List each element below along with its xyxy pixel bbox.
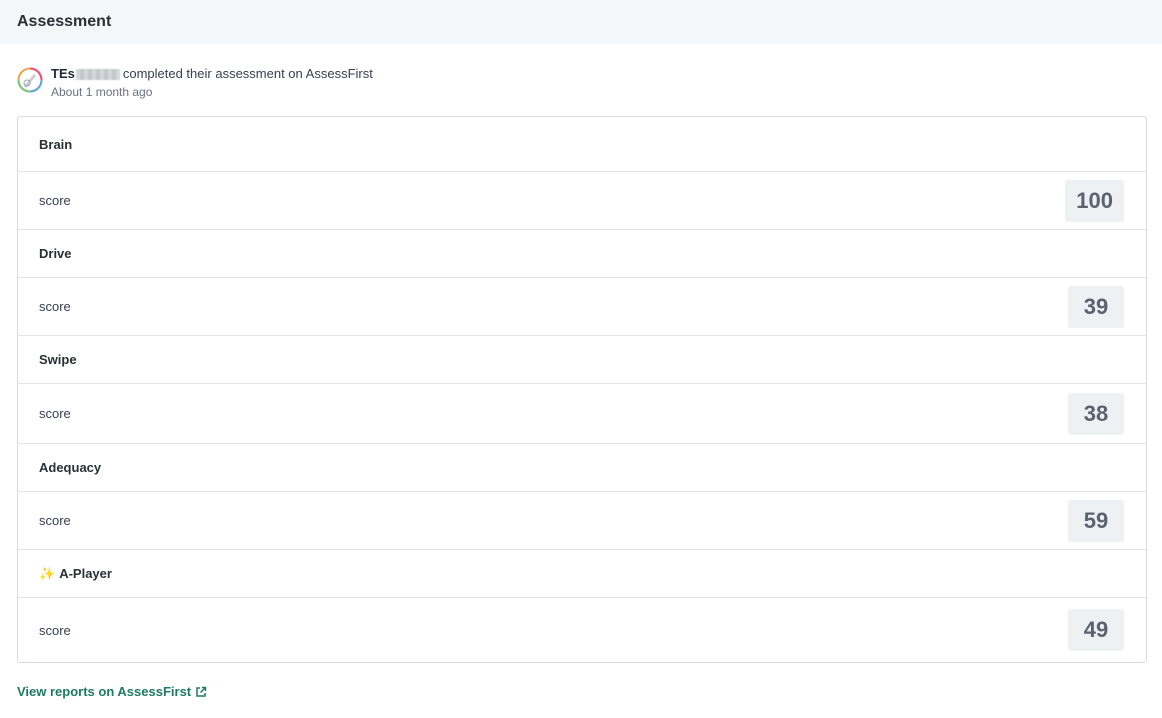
assessment-scores-card: Brain score 100 Drive score 39 Swipe sco… [17, 116, 1147, 663]
section-title: Brain [39, 136, 73, 152]
score-row-brain: score 100 [18, 172, 1146, 230]
sparkles-icon: ✨ [39, 565, 56, 581]
section-heading-brain: Brain [18, 117, 1146, 172]
section-title: Swipe [39, 352, 77, 367]
score-badge: 49 [1068, 609, 1124, 651]
section-heading-swipe: Swipe [18, 336, 1146, 384]
section-title: Adequacy [39, 460, 102, 475]
section-title: Drive [39, 246, 72, 261]
section-title: A-Player [59, 565, 112, 581]
score-row-adequacy: score 59 [18, 492, 1146, 550]
activity-timestamp: About 1 month ago [51, 85, 153, 99]
score-row-drive: score 39 [18, 278, 1146, 336]
section-title-wrap: ✨ A-Player [39, 566, 112, 582]
score-badge: 39 [1068, 285, 1124, 328]
view-reports-link[interactable]: View reports on AssessFirst [17, 684, 207, 699]
score-row-a-player: score 49 [18, 598, 1146, 662]
score-label: score [39, 513, 71, 528]
user-name: TEs [51, 66, 75, 81]
score-row-swipe: score 38 [18, 384, 1146, 444]
score-label: score [39, 406, 71, 421]
activity-entry: TEs completed their assessment on Assess… [17, 66, 373, 99]
section-heading-drive: Drive [18, 230, 1146, 278]
external-link-icon [196, 686, 207, 697]
section-heading-a-player: ✨ A-Player [18, 550, 1146, 598]
score-label: score [39, 299, 71, 314]
score-label: score [39, 622, 71, 638]
section-header: Assessment [0, 0, 1162, 44]
assessfirst-logo-icon [17, 67, 43, 93]
score-badge: 38 [1068, 392, 1124, 435]
page-title: Assessment [17, 13, 112, 30]
redacted-name [75, 68, 120, 80]
view-reports-label: View reports on AssessFirst [17, 684, 192, 699]
score-badge: 100 [1065, 179, 1124, 222]
section-heading-adequacy: Adequacy [18, 444, 1146, 492]
activity-message: completed their assessment on AssessFirs… [122, 66, 373, 81]
score-badge: 59 [1068, 499, 1124, 542]
score-label: score [39, 193, 71, 208]
